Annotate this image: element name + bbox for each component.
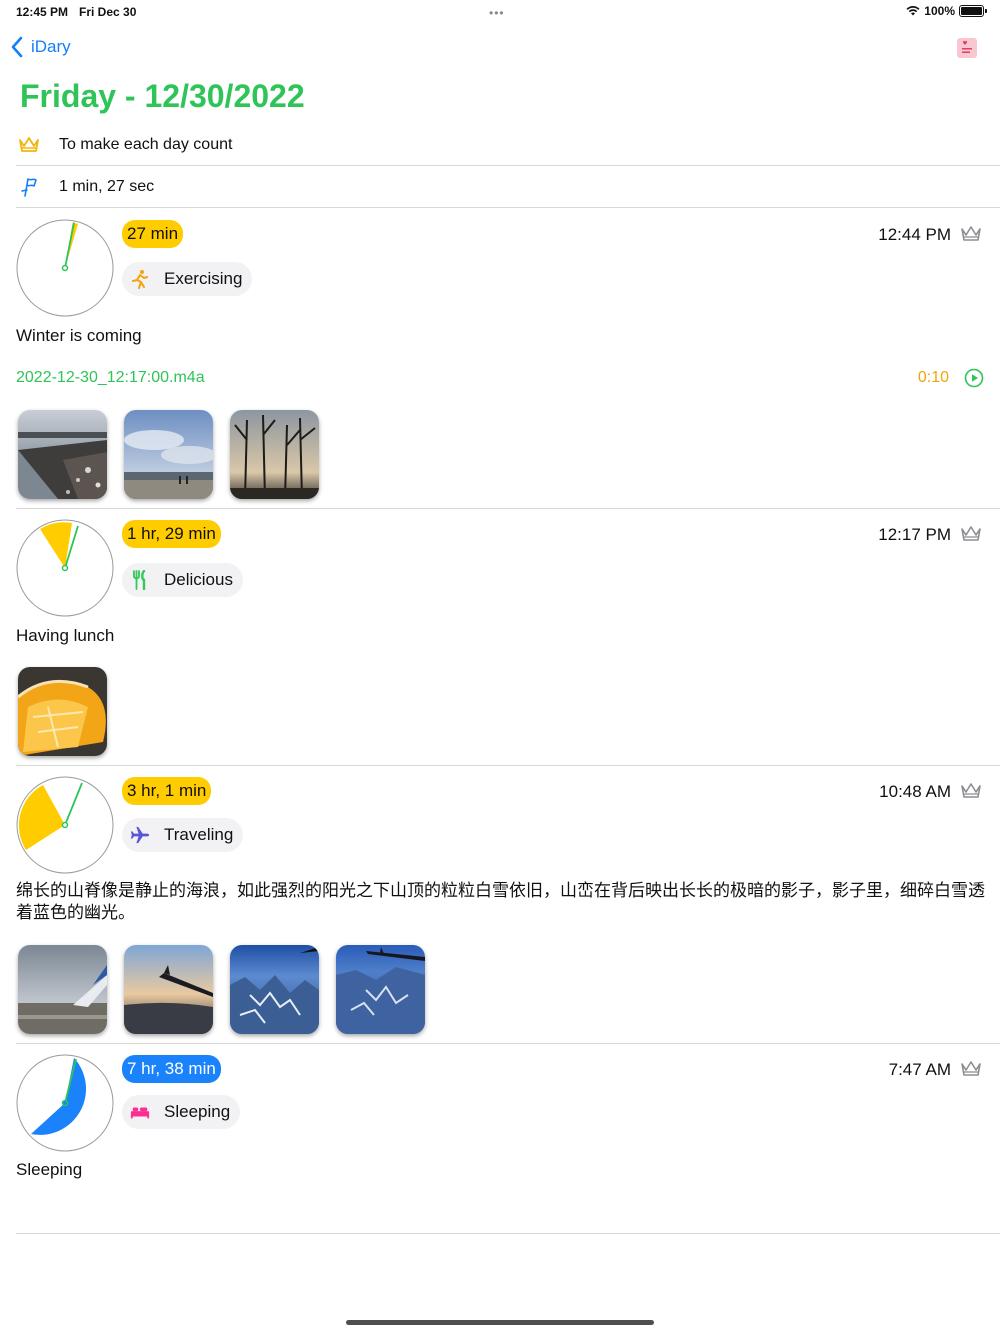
entry-exercising[interactable]: 27 min Exercising 12:44 PM Winter is com… [16, 208, 1000, 509]
motto-text: To make each day count [59, 135, 233, 153]
crown-outline-icon[interactable] [960, 782, 982, 800]
back-button[interactable]: iDary [10, 36, 71, 58]
flag-icon [16, 174, 42, 200]
rocky-shore-photo[interactable] [18, 410, 107, 499]
entry-time: 12:17 PM [878, 525, 951, 544]
clock-duration-icon [16, 519, 114, 617]
audio-duration: 0:10 [917, 369, 949, 386]
duration-badge: 3 hr, 1 min [122, 777, 212, 805]
clock-duration-icon [16, 1054, 114, 1152]
diary-book-icon[interactable] [957, 38, 977, 58]
photo-strip [18, 945, 425, 1034]
status-bar: 12:45 PM Fri Dec 30 ••• 100% [0, 0, 1000, 24]
fork-knife-icon [130, 570, 150, 590]
tag-label: Sleeping [164, 1102, 231, 1121]
duration-text: 1 min, 27 sec [59, 177, 155, 195]
chevron-left-icon [11, 36, 23, 58]
activity-tag[interactable]: Sleeping [122, 1095, 241, 1129]
motto-row: To make each day count [16, 124, 1000, 166]
duration-badge: 1 hr, 29 min [122, 520, 221, 548]
airplane-icon [130, 825, 150, 845]
bed-icon [130, 1102, 150, 1122]
beach-cloudy-sky-photo[interactable] [124, 410, 213, 499]
mountains-wing-aerial-photo[interactable] [336, 945, 425, 1034]
entry-delicious[interactable]: 1 hr, 29 min Delicious 12:17 PM Having l… [16, 509, 1000, 766]
orange-slices-photo[interactable] [18, 667, 107, 756]
duration-badge: 7 hr, 38 min [122, 1055, 221, 1083]
battery-percent: 100% [924, 4, 955, 18]
back-label: iDary [31, 37, 71, 56]
running-icon [130, 269, 150, 289]
airport-tarmac-wing-photo[interactable] [18, 945, 107, 1034]
crown-icon [16, 132, 42, 158]
tag-label: Traveling [164, 825, 234, 844]
entry-note: Winter is coming [16, 326, 142, 345]
entry-note: Having lunch [16, 626, 115, 645]
entry-note: Sleeping [16, 1160, 83, 1179]
tag-label: Delicious [164, 570, 233, 589]
entry-time: 12:44 PM [878, 225, 951, 244]
entry-traveling[interactable]: 3 hr, 1 min Traveling 10:48 AM 绵长的山脊像是静止… [16, 766, 1000, 1044]
status-date: Fri Dec 30 [79, 5, 137, 19]
page-title: Friday - 12/30/2022 [20, 78, 305, 114]
crown-outline-icon[interactable] [960, 1060, 982, 1078]
tag-label: Exercising [164, 269, 243, 288]
status-right: 100% [906, 4, 987, 18]
entry-sleeping[interactable]: 7 hr, 38 min Sleeping 7:47 AM Sleeping [16, 1044, 1000, 1234]
entry-note: 绵长的山脊像是静止的海浪，如此强烈的阳光之下山顶的粒粒白雪依旧，山峦在背后映出长… [16, 881, 985, 922]
activity-tag[interactable]: Delicious [122, 563, 243, 597]
activity-tag[interactable]: Exercising [122, 262, 253, 296]
home-indicator[interactable] [346, 1320, 654, 1325]
clock-duration-icon [16, 219, 114, 317]
multitasking-dots-icon[interactable]: ••• [489, 6, 505, 20]
crown-outline-icon[interactable] [960, 525, 982, 543]
activity-tag[interactable]: Traveling [122, 818, 244, 852]
clock-duration-icon [16, 776, 114, 874]
duration-row: 1 min, 27 sec [16, 166, 1000, 208]
photo-strip [18, 410, 319, 499]
play-icon[interactable] [964, 368, 984, 388]
duration-badge: 27 min [122, 220, 184, 248]
audio-filename[interactable]: 2022-12-30_12:17:00.m4a [16, 369, 205, 387]
wing-sunset-photo[interactable] [124, 945, 213, 1034]
wifi-icon [906, 6, 920, 16]
snowy-mountains-aerial-photo[interactable] [230, 945, 319, 1034]
bare-trees-sunset-photo[interactable] [230, 410, 319, 499]
battery-icon [959, 5, 987, 17]
crown-outline-icon[interactable] [960, 225, 982, 243]
photo-strip [18, 667, 107, 756]
entry-time: 10:48 AM [879, 782, 951, 801]
entry-time: 7:47 AM [888, 1060, 951, 1079]
status-time: 12:45 PM [16, 5, 69, 19]
